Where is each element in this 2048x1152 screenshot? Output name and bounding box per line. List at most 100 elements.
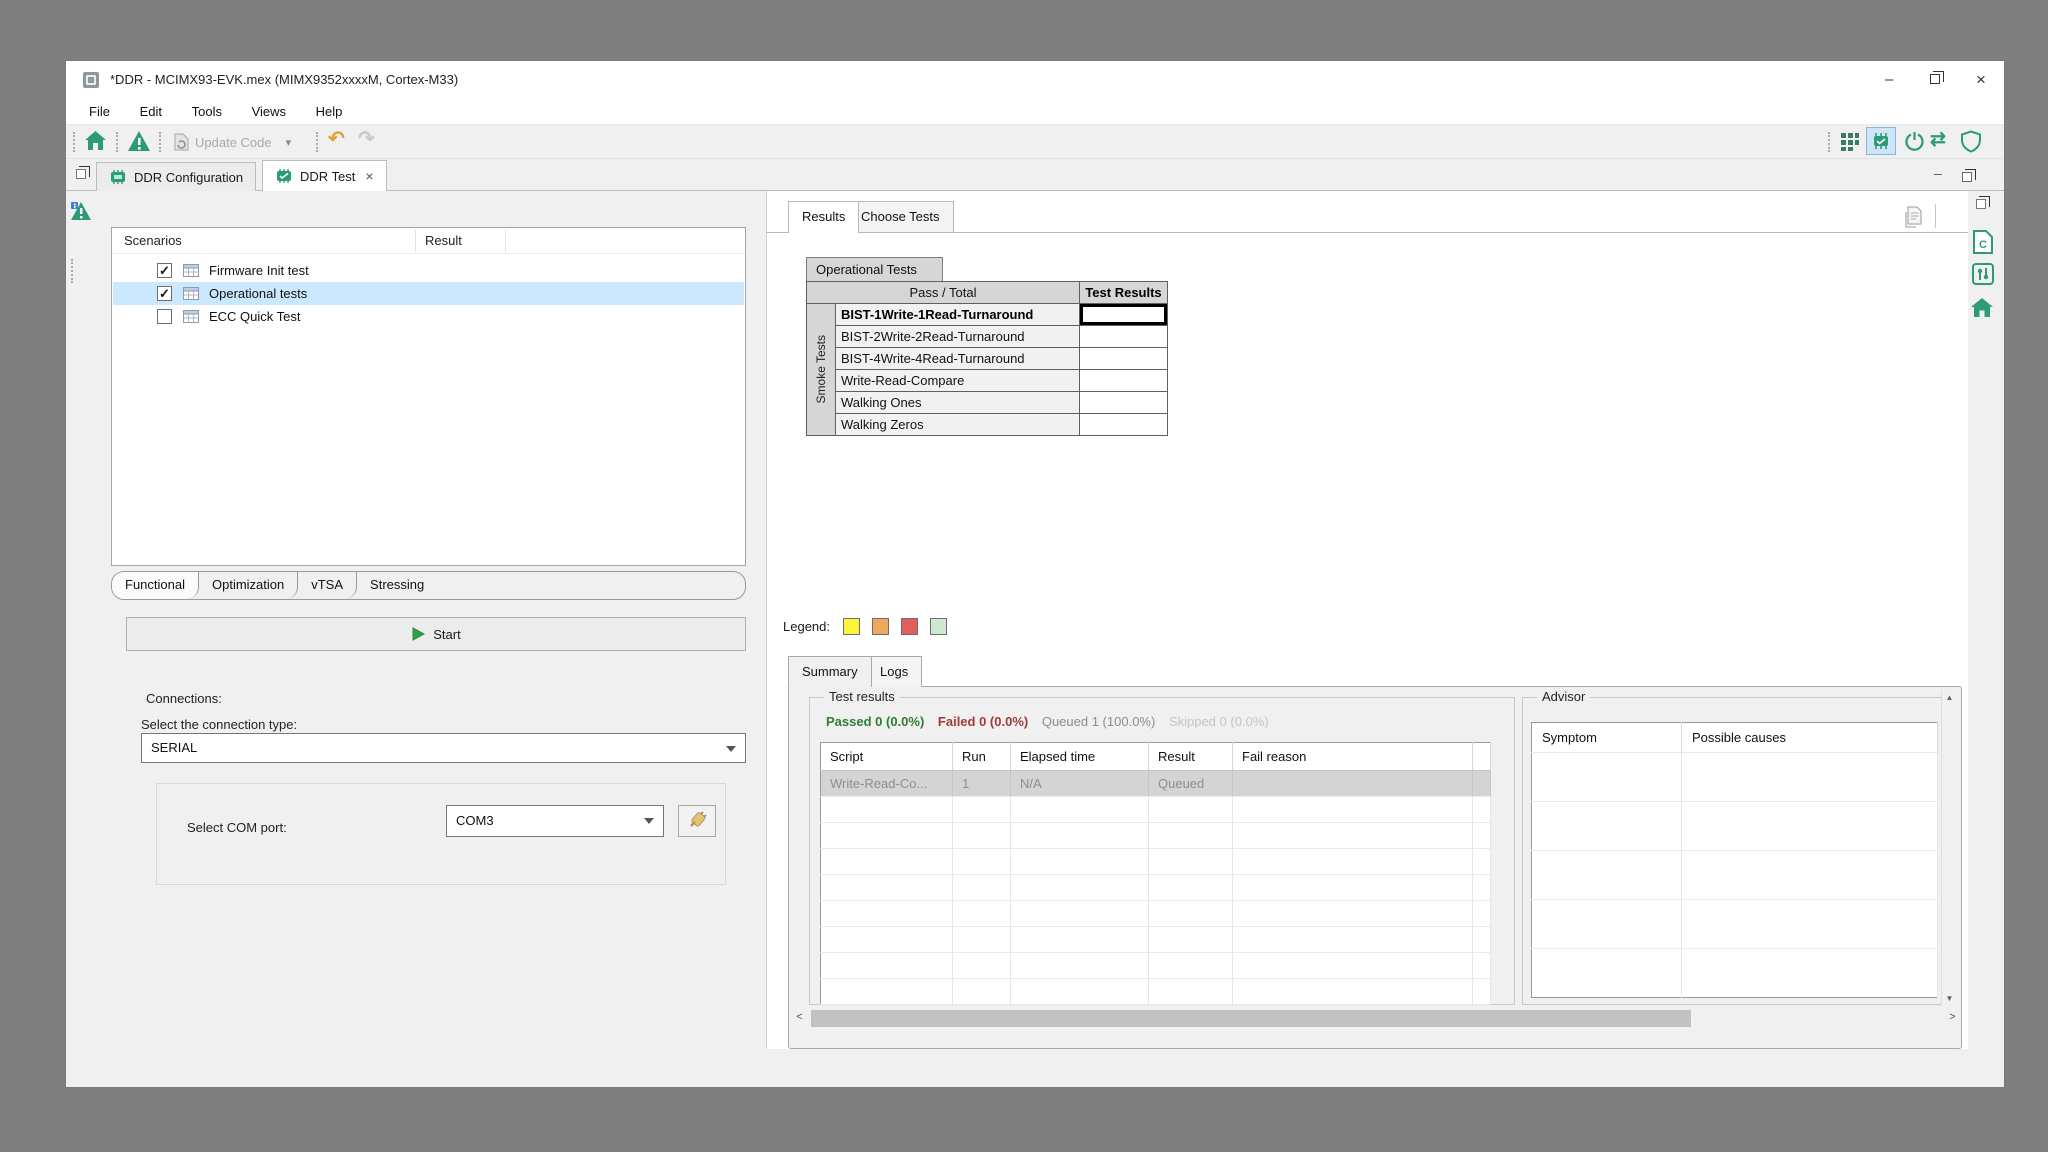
cell-elapsed: N/A <box>1011 771 1149 797</box>
tab-optimization[interactable]: Optimization <box>199 572 298 599</box>
tab-results[interactable]: Results <box>788 201 859 233</box>
view-maximize-icon[interactable] <box>1962 169 1972 185</box>
test-name-cell[interactable]: BIST-1Write-1Read-Turnaround <box>836 304 1080 326</box>
test-name-cell[interactable]: Write-Read-Compare <box>836 370 1080 392</box>
cell-run: 1 <box>953 771 1011 797</box>
scenario-row-firmware-init[interactable]: ✓ Firmware Init test <box>113 259 744 282</box>
toolbar-handle[interactable] <box>159 132 162 152</box>
pins-grid-icon[interactable] <box>1840 132 1860 152</box>
test-name-cell[interactable]: Walking Zeros <box>836 414 1080 436</box>
tab-close-icon[interactable]: × <box>365 168 373 184</box>
col-elapsed-time[interactable]: Elapsed time <box>1011 743 1149 771</box>
legend: Legend: <box>783 618 947 635</box>
transfer-arrows-icon[interactable]: ⇄ <box>1930 128 1946 151</box>
scrollbar-thumb[interactable] <box>811 1010 1691 1027</box>
test-name-cell[interactable]: BIST-2Write-2Read-Turnaround <box>836 326 1080 348</box>
col-symptom[interactable]: Symptom <box>1532 723 1682 753</box>
vertical-scrollbar[interactable]: ▲ ▼ <box>1941 690 1957 1006</box>
test-name-cell[interactable]: Walking Ones <box>836 392 1080 414</box>
power-icon[interactable] <box>1904 131 1925 152</box>
toolbar-separator <box>1935 204 1936 228</box>
test-result-cell[interactable] <box>1080 392 1168 414</box>
menu-views[interactable]: Views <box>239 99 299 124</box>
test-result-cell[interactable] <box>1080 370 1168 392</box>
window-minimize-icon[interactable]: – <box>1866 61 1912 99</box>
com-port-select[interactable]: COM3 <box>446 805 664 837</box>
operational-tests-group-tab[interactable]: Operational Tests <box>806 257 943 281</box>
warning-triangle-icon[interactable] <box>127 130 151 152</box>
c-source-view-icon[interactable]: C <box>1972 229 1994 255</box>
column-divider[interactable] <box>415 230 416 252</box>
scroll-up-icon[interactable]: ▲ <box>1942 693 1957 702</box>
tab-logs[interactable]: Logs <box>866 656 922 687</box>
home-view-icon[interactable] <box>1970 297 1994 318</box>
toolbar-handle[interactable] <box>1828 132 1831 152</box>
test-result-cell[interactable] <box>1080 326 1168 348</box>
empty-row <box>1532 949 1938 998</box>
update-code-caret-icon[interactable]: ▾ <box>286 136 292 149</box>
scenario-row-operational-tests[interactable]: ✓ Operational tests <box>113 282 744 305</box>
checkbox-checked[interactable]: ✓ <box>157 263 172 278</box>
report-document-icon[interactable] <box>1904 206 1924 228</box>
peripherals-view-icon[interactable] <box>1972 263 1994 285</box>
test-result-cell-selected[interactable] <box>1080 304 1168 326</box>
summary-panel: Test results Passed 0 (0.0%) Failed 0 (0… <box>788 686 1962 1049</box>
play-icon <box>411 627 425 641</box>
view-handle[interactable] <box>71 259 74 283</box>
tab-summary[interactable]: Summary <box>788 656 872 687</box>
scroll-down-icon[interactable]: ▼ <box>1942 994 1957 1003</box>
app-window: *DDR - MCIMX93-EVK.mex (MIMX9352xxxxM, C… <box>65 60 2005 1088</box>
window-close-icon[interactable]: × <box>1958 61 2004 99</box>
table-row: Smoke Tests BIST-1Write-1Read-Turnaround <box>807 304 1168 326</box>
toolbar-handle[interactable] <box>316 132 319 152</box>
tab-ddr-configuration[interactable]: DDR Configuration <box>96 162 256 191</box>
scroll-left-icon[interactable]: < <box>791 1011 808 1023</box>
col-script[interactable]: Script <box>821 743 953 771</box>
scroll-right-icon[interactable]: > <box>1944 1011 1961 1023</box>
horizontal-scrollbar[interactable]: < > <box>791 1010 1961 1027</box>
shield-icon[interactable] <box>1960 130 1982 153</box>
checkbox-unchecked[interactable] <box>157 309 172 324</box>
tab-vtsa[interactable]: vTSA <box>298 572 357 599</box>
column-divider[interactable] <box>505 230 506 252</box>
titlebar: *DDR - MCIMX93-EVK.mex (MIMX9352xxxxM, C… <box>66 61 2004 99</box>
redo-icon[interactable]: ↷ <box>358 127 375 151</box>
scenario-row-ecc-quick-test[interactable]: ECC Quick Test <box>113 305 744 328</box>
col-run[interactable]: Run <box>953 743 1011 771</box>
update-code-button[interactable]: Update Code ▾ <box>168 129 310 155</box>
col-result[interactable]: Result <box>1149 743 1233 771</box>
tab-choose-tests[interactable]: Choose Tests <box>847 201 954 232</box>
menu-tools[interactable]: Tools <box>179 99 235 124</box>
toolbar-handle[interactable] <box>116 132 119 152</box>
tab-ddr-test[interactable]: DDR Test × <box>262 160 387 191</box>
menu-file[interactable]: File <box>76 99 123 124</box>
problems-warning-icon[interactable] <box>70 201 92 221</box>
tab-stressing[interactable]: Stressing <box>357 572 437 599</box>
chip-icon <box>109 170 127 184</box>
update-code-label: Update Code <box>195 135 272 150</box>
pass-total-header: Pass / Total <box>807 282 1080 304</box>
ddr-tool-chip-icon[interactable] <box>1866 127 1896 155</box>
tab-functional[interactable]: Functional <box>112 572 199 599</box>
test-result-cell[interactable] <box>1080 414 1168 436</box>
toolbar-handle[interactable] <box>73 132 76 152</box>
connection-type-select[interactable]: SERIAL <box>141 733 746 763</box>
menu-edit[interactable]: Edit <box>127 99 175 124</box>
undo-icon[interactable]: ↶ <box>328 127 345 151</box>
menu-help[interactable]: Help <box>303 99 356 124</box>
restore-view-icon[interactable] <box>1976 197 1986 212</box>
restore-pane-icon[interactable] <box>76 167 86 182</box>
window-maximize-icon[interactable] <box>1912 61 1958 99</box>
home-icon[interactable] <box>84 130 107 151</box>
checkbox-checked[interactable]: ✓ <box>157 286 172 301</box>
col-fail-reason[interactable]: Fail reason <box>1233 743 1473 771</box>
com-port-label: Select COM port: <box>187 820 287 835</box>
test-result-cell[interactable] <box>1080 348 1168 370</box>
test-name-cell[interactable]: BIST-4Write-4Read-Turnaround <box>836 348 1080 370</box>
view-minimize-icon[interactable]: – <box>1934 165 1942 181</box>
start-button[interactable]: Start <box>126 617 746 651</box>
empty-row <box>821 979 1491 1005</box>
col-possible-causes[interactable]: Possible causes <box>1682 723 1938 753</box>
queued-script-row[interactable]: Write-Read-Co... 1 N/A Queued <box>821 771 1491 797</box>
refresh-com-ports-button[interactable] <box>678 805 716 837</box>
